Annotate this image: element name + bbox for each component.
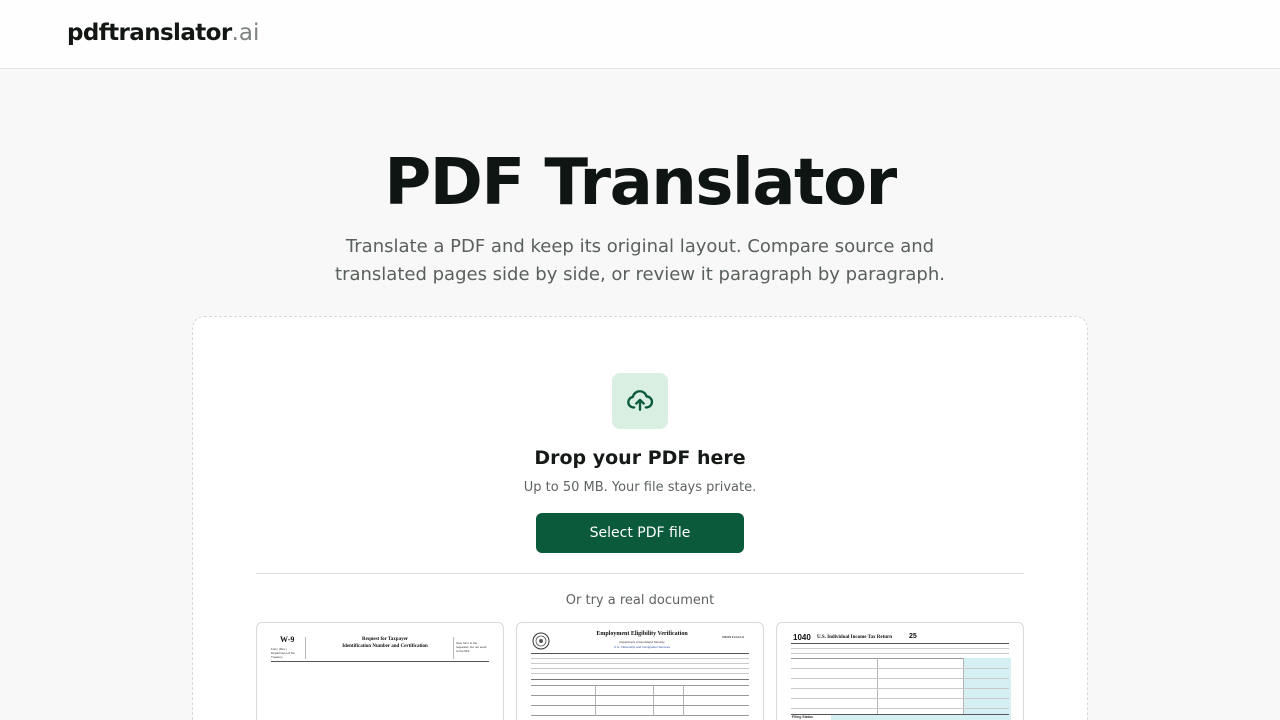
logo-main: pdftranslator (67, 20, 232, 46)
w9-title-line2: Identification Number and Certification (342, 644, 428, 649)
dropzone-subtitle: Up to 50 MB. Your file stays private. (523, 480, 757, 495)
sample-i9[interactable]: Employment Eligibility Verification Depa… (516, 622, 764, 720)
i9-agency: U.S. Citizenship and Immigration Service… (613, 645, 671, 649)
i9-thumbnail: Employment Eligibility Verification Depa… (531, 631, 749, 720)
w9-title-line1: Request for Taxpayer (361, 637, 409, 642)
f1040-year: 25 (909, 633, 917, 640)
i9-dept: Department of Homeland Security (619, 640, 665, 644)
f1040-title: U.S. Individual Income Tax Return (817, 635, 893, 640)
dhs-seal-icon (532, 632, 550, 650)
upload-dropzone[interactable]: Drop your PDF here Up to 50 MB. Your fil… (192, 316, 1088, 720)
i9-form-number: USCIS Form I-9 (722, 635, 744, 639)
w9-form-number: W-9 (280, 635, 295, 644)
i9-title: Employment Eligibility Verification (596, 631, 688, 637)
dropzone-title: Drop your PDF here (534, 447, 746, 469)
page-title: PDF Translator (384, 146, 897, 220)
site-header: pdftranslator.ai (0, 0, 1280, 69)
divider (256, 573, 1024, 574)
w9-thumbnail: W-9 Form (Rev.) Department of the Treasury… (271, 631, 489, 720)
sample-documents: W-9 Form (Rev.) Department of the Treasury… (256, 622, 1024, 720)
logo[interactable]: pdftranslator.ai (67, 20, 259, 46)
f1040-filing-status: Filing Status (792, 715, 813, 719)
sample-1040[interactable]: 1040 U.S. Individual Income Tax Return 2… (776, 622, 1024, 720)
f1040-thumbnail: 1040 U.S. Individual Income Tax Return 2… (791, 631, 1011, 720)
cloud-upload-icon (612, 373, 668, 429)
logo-tld: .ai (231, 20, 260, 46)
page-subtitle: Translate a PDF and keep its original la… (335, 236, 945, 285)
f1040-form-number: 1040 (793, 633, 811, 642)
sample-w9[interactable]: W-9 Form (Rev.) Department of the Treasury… (256, 622, 504, 720)
select-pdf-button[interactable]: Select PDF file (536, 513, 744, 553)
sample-documents-label: Or try a real document (565, 593, 715, 608)
w9-side-text: Give form to the requester. Do not send … (456, 641, 487, 653)
